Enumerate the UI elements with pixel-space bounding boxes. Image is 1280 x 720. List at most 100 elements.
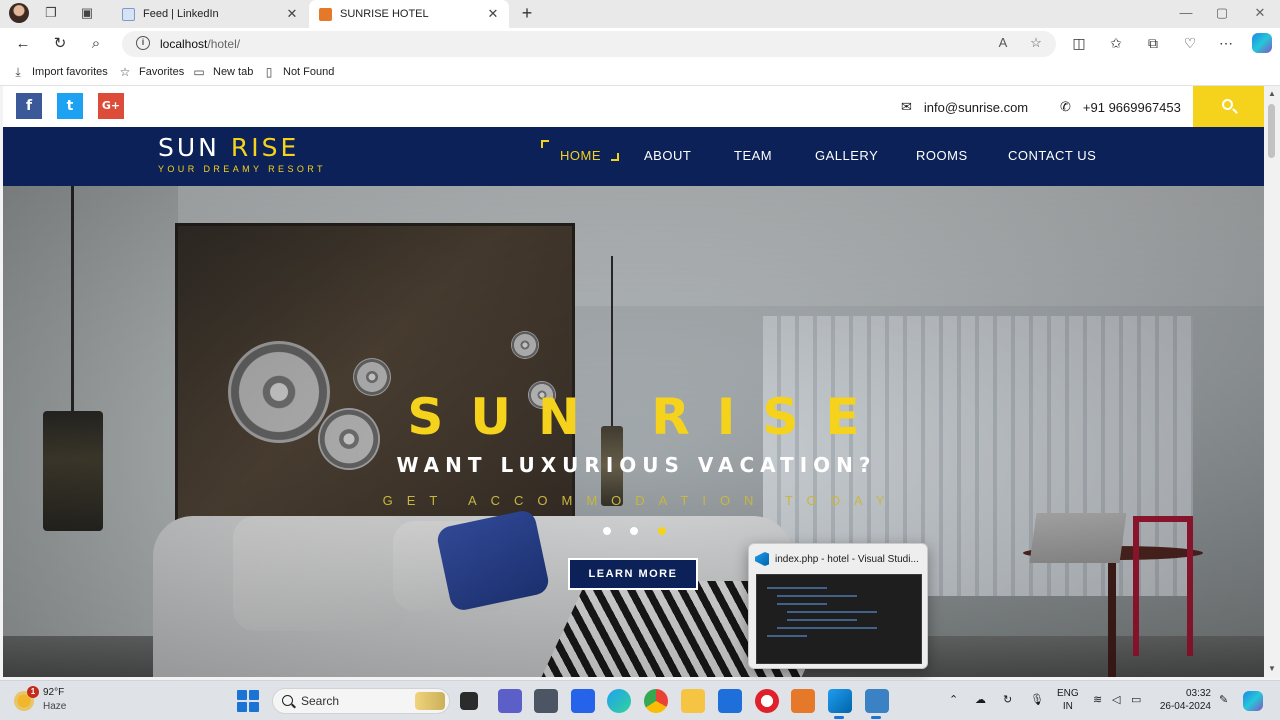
preview-thumbnail[interactable] <box>756 574 922 664</box>
nav-contact-us[interactable]: CONTACT US <box>1008 148 1096 163</box>
opera-icon[interactable] <box>755 689 779 713</box>
weather-temp: 92°F <box>43 687 65 698</box>
copilot-icon[interactable] <box>1252 33 1272 53</box>
xampp-icon[interactable] <box>791 689 815 713</box>
notifications-icon[interactable]: ✎ <box>1219 693 1228 706</box>
chrome-icon[interactable] <box>644 689 668 713</box>
nav-home[interactable]: HOME <box>560 148 601 163</box>
tab-actions-icon[interactable]: ▣ <box>80 6 94 20</box>
store-icon[interactable] <box>571 689 595 713</box>
twitter-icon[interactable]: t <box>57 93 83 119</box>
xampp-icon <box>319 7 332 21</box>
page-viewport: f t G+ ✉ info@sunrise.com ✆ +91 96699674… <box>3 86 1264 677</box>
profile-avatar[interactable] <box>9 3 29 23</box>
task-view-icon[interactable] <box>460 692 478 710</box>
camera-icon[interactable] <box>534 689 558 713</box>
slider-dot-1[interactable] <box>603 527 611 535</box>
page-scrollbar[interactable]: ▲ ▼ <box>1264 86 1280 677</box>
vscode-icon[interactable] <box>828 689 852 713</box>
language-indicator[interactable]: ENG IN <box>1057 687 1079 713</box>
scroll-down-icon[interactable]: ▼ <box>1267 664 1277 673</box>
search-icon <box>1222 99 1233 110</box>
slider-dots <box>603 527 673 537</box>
more-options-icon[interactable]: ⋯ <box>1216 33 1236 53</box>
taskbar-window-preview[interactable]: index.php - hotel - Visual Studi... <box>748 543 928 669</box>
start-button[interactable] <box>237 690 259 712</box>
microphone-icon[interactable]: 🎙 <box>1030 693 1044 706</box>
mail-icon[interactable] <box>718 689 742 713</box>
teams-icon[interactable] <box>498 689 522 713</box>
volume-icon[interactable]: ◁ <box>1112 693 1120 706</box>
hero-slider: SUN RISE WANT LUXURIOUS VACATION? GET AC… <box>3 186 1264 677</box>
tab-label: SUNRISE HOTEL <box>340 8 429 20</box>
taskbar-search-label: Search <box>301 694 340 708</box>
copilot-icon[interactable] <box>1243 691 1263 711</box>
scroll-up-icon[interactable]: ▲ <box>1267 89 1277 98</box>
nav-team[interactable]: TEAM <box>734 148 772 163</box>
new-tab-button[interactable]: + <box>516 3 538 25</box>
learn-more-button[interactable]: LEARN MORE <box>568 558 698 590</box>
file-explorer-icon[interactable] <box>681 689 705 713</box>
tab-sunrise-hotel[interactable]: SUNRISE HOTEL ✕ <box>309 0 509 28</box>
onedrive-icon[interactable]: ☁ <box>975 693 986 706</box>
star-icon: ☆ <box>119 65 131 79</box>
tray-overflow-icon[interactable]: ⌃ <box>949 693 958 706</box>
page-icon: ▯ <box>265 65 273 79</box>
close-icon[interactable]: ✕ <box>485 6 501 22</box>
close-icon[interactable]: ✕ <box>284 6 300 22</box>
system-clock[interactable]: 03:32 26-04-2024 <box>1157 687 1211 713</box>
tab-label: Feed | LinkedIn <box>143 8 219 20</box>
refresh-icon[interactable]: ↻ <box>50 34 70 54</box>
weather-widget[interactable]: 1 92°F Haze <box>14 686 104 716</box>
envelope-icon: ✉ <box>901 99 912 114</box>
wifi-icon[interactable]: ≋ <box>1093 693 1102 706</box>
hero-subtitle: WANT LUXURIOUS VACATION? <box>396 453 877 477</box>
facebook-icon[interactable]: f <box>16 93 42 119</box>
edge-icon[interactable] <box>607 689 631 713</box>
linkedin-icon <box>122 7 135 21</box>
slider-dot-3[interactable] <box>658 527 666 535</box>
split-screen-icon[interactable]: ◫ <box>1069 33 1089 53</box>
fav-not-found[interactable]: ▯ Not Found <box>262 65 335 79</box>
nav-gallery[interactable]: GALLERY <box>815 148 878 163</box>
site-search-button[interactable] <box>1193 86 1264 127</box>
workspaces-icon[interactable]: ❐ <box>44 6 58 20</box>
sync-icon[interactable]: ↻ <box>1003 693 1012 706</box>
tab-linkedin[interactable]: Feed | LinkedIn ✕ <box>112 0 308 28</box>
running-indicator <box>834 716 844 719</box>
site-topbar: f t G+ ✉ info@sunrise.com ✆ +91 96699674… <box>3 86 1264 127</box>
collections-icon[interactable]: ⧉ <box>1143 33 1163 53</box>
read-aloud-icon[interactable]: A <box>994 35 1012 50</box>
slider-dot-2[interactable] <box>630 527 638 535</box>
hero-title: SUN RISE <box>407 388 887 446</box>
logo-rise: RISE <box>230 133 300 162</box>
minimize-icon[interactable]: — <box>1176 5 1196 20</box>
contact-email[interactable]: ✉ info@sunrise.com <box>901 99 1028 115</box>
nav-about[interactable]: ABOUT <box>644 148 691 163</box>
nav-rooms[interactable]: ROOMS <box>916 148 968 163</box>
favorite-star-icon[interactable]: ☆ <box>1027 35 1045 51</box>
battery-icon[interactable]: ▭ <box>1131 693 1141 706</box>
fav-import-favorites[interactable]: ⤓ Import favorites <box>11 65 107 79</box>
scroll-thumb[interactable] <box>1268 104 1275 158</box>
site-info-icon[interactable]: i <box>136 36 150 50</box>
maximize-icon[interactable]: ▢ <box>1212 5 1232 21</box>
newtab-icon: ▭ <box>193 65 205 79</box>
fav-new-tab[interactable]: ▭ New tab <box>192 65 253 79</box>
taskbar-search[interactable]: Search <box>272 688 450 714</box>
browser-essentials-icon[interactable]: ♡ <box>1180 33 1200 53</box>
contact-phone[interactable]: ✆ +91 9669967453 <box>1060 99 1181 115</box>
snipping-tool-icon[interactable] <box>865 689 889 713</box>
fav-favorites[interactable]: ☆ Favorites <box>118 65 185 79</box>
browser-tab-strip: ❐ ▣ Feed | LinkedIn ✕ SUNRISE HOTEL ✕ + … <box>0 0 1280 28</box>
logo-sun: SUN <box>158 133 220 162</box>
site-logo[interactable]: SUN RISE YOUR DREAMY RESORT <box>158 133 326 174</box>
url-text[interactable]: localhost/hotel/ <box>160 37 240 51</box>
address-bar[interactable]: i localhost/hotel/ A ☆ <box>122 31 1056 57</box>
google-plus-icon[interactable]: G+ <box>98 93 124 119</box>
search-icon[interactable]: ⌕ <box>86 34 106 54</box>
window-close-icon[interactable]: ✕ <box>1250 5 1270 21</box>
back-arrow-icon[interactable]: ← <box>13 34 33 54</box>
weather-condition: Haze <box>43 701 67 712</box>
favorites-icon[interactable]: ✩ <box>1106 33 1126 53</box>
